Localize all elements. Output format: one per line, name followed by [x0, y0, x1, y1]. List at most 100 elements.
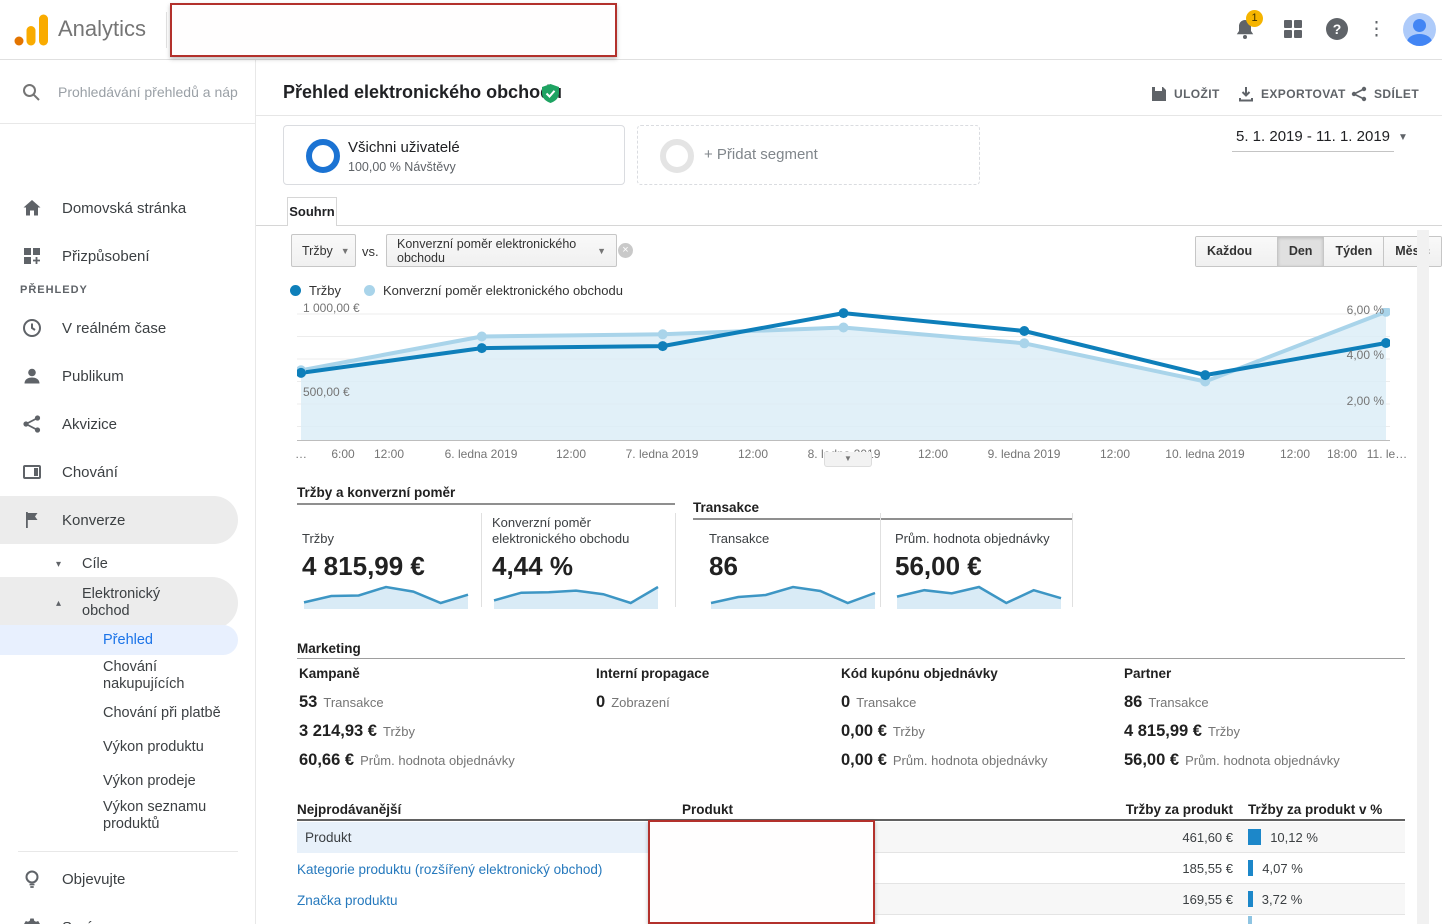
sidebar-item-sales-performance[interactable]: Výkon prodeje — [0, 768, 238, 794]
tab-summary[interactable]: Souhrn — [287, 197, 337, 226]
stat-value: 86 — [1124, 693, 1142, 711]
x-tick-label: 12:00 — [1100, 447, 1130, 461]
sidebar-item-label: Konverze — [62, 512, 125, 529]
download-icon — [1238, 86, 1254, 102]
x-tick-label: … — [295, 447, 307, 461]
pct-bar — [1248, 916, 1252, 924]
scrollbar[interactable] — [1417, 230, 1429, 924]
chevron-down-icon: ▾ — [56, 556, 61, 573]
metric-b-select[interactable]: Konverzní poměr elektronického obchodu ▼ — [386, 234, 617, 267]
table-header-revenue-pct: Tržby za produkt v % — [1248, 802, 1382, 817]
sidebar-item-checkout-behavior[interactable]: Chování při platbě — [0, 700, 238, 726]
search-input[interactable] — [58, 78, 243, 106]
save-icon — [1151, 86, 1167, 102]
chart-x-axis — [297, 440, 1390, 441]
legend-label: Tržby — [309, 283, 341, 298]
export-label: EXPORTOVAT — [1261, 87, 1346, 101]
sidebar-item-overview[interactable]: Přehled — [0, 625, 238, 655]
sidebar-item-audience[interactable]: Publikum — [0, 352, 256, 400]
granularity-day[interactable]: Den — [1278, 237, 1325, 266]
sidebar-item-behavior[interactable]: Chování — [0, 448, 256, 496]
bestseller-item-brand[interactable]: Značka produktu — [297, 893, 398, 908]
user-avatar[interactable] — [1403, 13, 1436, 46]
sidebar-item-label: Přehled — [103, 632, 153, 649]
granularity-month[interactable]: Měsíc — [1384, 237, 1441, 266]
stat-value: 3 214,93 € — [299, 722, 377, 740]
header-divider — [166, 12, 167, 48]
stat-label: Tržby — [893, 724, 925, 739]
more-menu-icon[interactable]: ⋮ — [1367, 17, 1385, 43]
share-button[interactable]: SDÍLET — [1351, 84, 1419, 104]
section-title-bestsellers: Nejprodávanější — [297, 802, 401, 817]
shield-check-icon — [542, 84, 559, 103]
sidebar-item-label: Elektronický obchod — [82, 586, 202, 620]
marketing-col-internal-promo: Interní propagace 0 Zobrazení — [596, 666, 866, 722]
search-icon — [21, 82, 41, 102]
x-tick-label: 12:00 — [918, 447, 948, 461]
x-tick-label: 12:00 — [374, 447, 404, 461]
caret-down-icon: ▼ — [341, 246, 350, 256]
chart-expander-button[interactable]: ▼ — [824, 452, 872, 467]
sidebar-item-home[interactable]: Domovská stránka — [0, 184, 256, 232]
analytics-app: Analytics 1 ? ⋮ — [0, 0, 1442, 924]
table-header-revenue: Tržby za produkt — [1093, 802, 1233, 817]
stat-label: Prům. hodnota objednávky — [1185, 753, 1340, 768]
marketing-stat: 0 Zobrazení — [596, 693, 866, 712]
stat-value: 0 — [596, 693, 605, 711]
scorecard-value: 4,44 % — [492, 551, 573, 582]
segment-all-users[interactable]: Všichni uživatelé 100,00 % Návštěvy — [283, 125, 625, 185]
apps-grid-icon[interactable] — [1281, 17, 1307, 43]
stat-label: Prům. hodnota objednávky — [893, 753, 1048, 768]
redaction-box-account — [170, 3, 617, 57]
person-icon — [22, 366, 42, 386]
x-tick-label: 6. ledna 2019 — [445, 447, 518, 461]
sidebar-item-goals[interactable]: ▾ Cíle — [0, 550, 238, 578]
section-title-transactions: Transakce — [693, 500, 759, 515]
export-button[interactable]: EXPORTOVAT — [1238, 84, 1346, 104]
legend-revenue[interactable]: Tržby — [290, 283, 341, 298]
section-rule — [297, 503, 675, 505]
lightbulb-icon — [22, 869, 42, 889]
bestseller-item-category[interactable]: Kategorie produktu (rozšířený elektronic… — [297, 862, 602, 877]
segment-donut-icon — [306, 139, 340, 173]
sidebar-item-conversions[interactable]: Konverze — [0, 496, 238, 544]
left-axis-tick: 1 000,00 € — [303, 301, 360, 315]
stat-label: Tržby — [383, 724, 415, 739]
save-button[interactable]: ULOŽIT — [1151, 84, 1220, 104]
stat-label: Zobrazení — [611, 695, 670, 710]
sidebar-item-label: Chování při platbě — [103, 705, 221, 722]
date-range-picker[interactable]: 5. 1. 2019 - 11. 1. 2019 — [1232, 128, 1394, 152]
sidebar-item-shopping-behavior[interactable]: Chování nakupujících — [0, 658, 238, 694]
sidebar-item-customization[interactable]: Přizpůsobení — [0, 232, 256, 280]
sidebar-item-realtime[interactable]: V reálném čase — [0, 304, 256, 352]
sidebar-item-admin[interactable]: Správce — [0, 903, 256, 924]
stat-value: 56,00 € — [1124, 751, 1179, 769]
clear-metric-icon[interactable]: × — [618, 243, 633, 258]
marketing-col-affiliate: Partner 86Transakce 4 815,99 €Tržby 56,0… — [1124, 666, 1394, 780]
right-axis-tick: 2,00 % — [1326, 394, 1384, 408]
sidebar-item-label: Akvizice — [62, 416, 117, 433]
sidebar-item-acquisition[interactable]: Akvizice — [0, 400, 256, 448]
sidebar-item-product-performance[interactable]: Výkon produktu — [0, 734, 238, 760]
notifications-bell-icon[interactable]: 1 — [1233, 17, 1259, 43]
granularity-week[interactable]: Týden — [1324, 237, 1384, 266]
sidebar-item-ecommerce[interactable]: ▴ Elektronický obchod — [0, 577, 238, 629]
legend-conversion-rate[interactable]: Konverzní poměr elektronického obchodu — [364, 283, 623, 298]
x-tick-label: 9. ledna 2019 — [988, 447, 1061, 461]
x-tick-label: 12:00 — [556, 447, 586, 461]
sidebar-item-label: Objevujte — [62, 871, 125, 888]
marketing-col-title: Interní propagace — [596, 666, 866, 681]
sidebar-item-label: Chování nakupujících — [103, 659, 221, 693]
sidebar-item-product-list-performance[interactable]: Výkon seznamu produktů — [0, 798, 238, 834]
help-icon[interactable]: ? — [1325, 17, 1351, 43]
google-analytics-logo-icon — [14, 14, 48, 46]
metric-b-value: Konverzní poměr elektronického obchodu — [397, 237, 589, 265]
scorecard-label: Tržby — [302, 531, 334, 547]
add-segment-card[interactable]: + Přidat segment — [637, 125, 980, 185]
legend-dot-icon — [364, 285, 375, 296]
sidebar-item-discover[interactable]: Objevujte — [0, 855, 256, 903]
timeseries-chart — [297, 308, 1390, 440]
sparkline — [492, 583, 660, 609]
metric-a-select[interactable]: Tržby ▼ — [291, 234, 356, 267]
granularity-hourly[interactable]: Každou hodinu — [1196, 237, 1278, 266]
